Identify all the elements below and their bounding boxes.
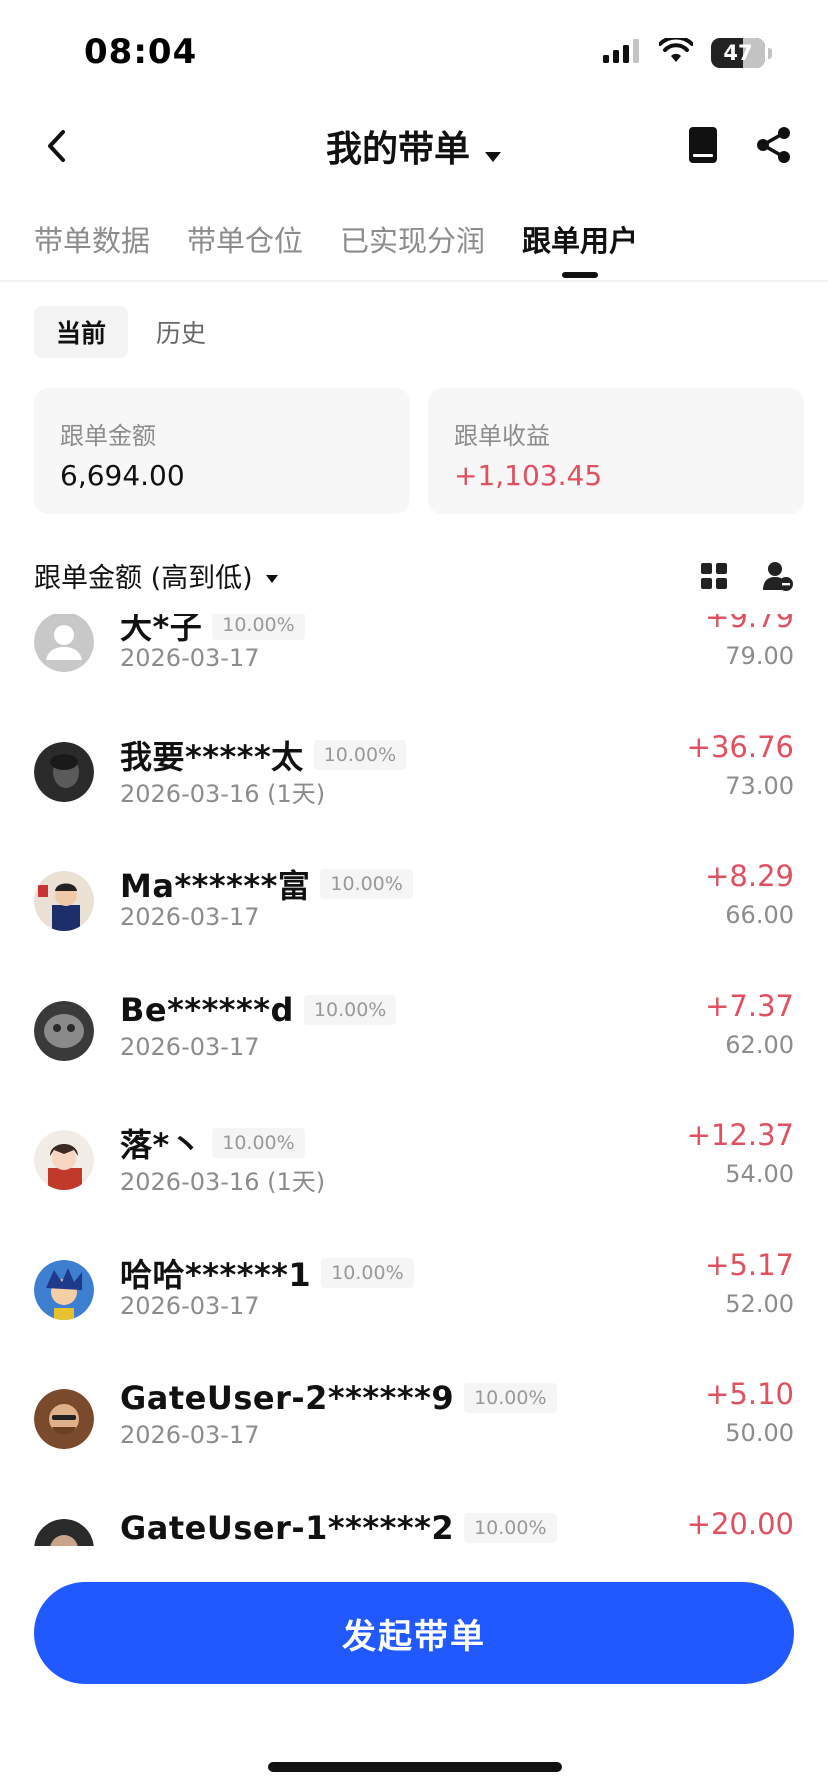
- follower-profit: +20.00: [686, 1506, 794, 1541]
- nav-bar: 我的带单: [0, 112, 828, 182]
- follower-amount: 52.00: [725, 1289, 794, 1318]
- follower-ratio-badge: 10.00%: [212, 614, 305, 640]
- home-indicator[interactable]: [268, 1762, 562, 1772]
- avatar: [34, 614, 94, 672]
- follower-profit: +7.37: [705, 988, 794, 1023]
- status-bar: 08:04 47: [0, 0, 828, 100]
- follower-row[interactable]: Be******d 10.00% 2026-03-17 +7.37 62.00: [0, 987, 828, 1117]
- follower-amount: 79.00: [725, 642, 794, 670]
- follow-amount-label: 跟单金额: [60, 422, 156, 450]
- share-icon: [757, 127, 790, 163]
- follower-profit: +5.10: [705, 1377, 794, 1411]
- sort-caret-icon: [265, 560, 279, 591]
- share-button[interactable]: [756, 126, 792, 168]
- follower-name: Ma******富: [120, 867, 311, 905]
- follower-row[interactable]: 大*子 10.00% 2026-03-17 +9.79 79.00: [0, 614, 828, 728]
- follow-amount-card: 跟单金额 6,694.00: [34, 388, 410, 514]
- follower-ratio-badge: 10.00%: [464, 1383, 557, 1413]
- sort-dropdown[interactable]: 跟单金额 (高到低): [34, 556, 794, 595]
- follower-date: 2026-03-16 (1天): [120, 779, 326, 808]
- battery-nub: [768, 47, 772, 59]
- follow-profit-card: 跟单收益 +1,103.45: [428, 388, 804, 514]
- follower-name: 我要*****太: [120, 737, 304, 776]
- avatar: [34, 1518, 94, 1546]
- follower-date: 2026-03-16 (1天): [120, 1168, 326, 1196]
- follower-name: GateUser-2******9: [120, 1379, 455, 1417]
- follower-amount: 62.00: [725, 1030, 794, 1059]
- follower-date: 2026-03-17: [120, 1421, 260, 1449]
- status-icons: 47: [603, 35, 772, 68]
- remove-user-icon: [763, 562, 793, 591]
- follower-profit: +12.37: [686, 1118, 794, 1152]
- segmented-control: 当前 历史: [34, 306, 228, 358]
- follower-amount: 54.00: [725, 1160, 794, 1188]
- follower-row[interactable]: 落*丶 10.00% 2026-03-16 (1天) +12.37 54.00: [0, 1116, 828, 1246]
- follower-ratio-badge: 10.00%: [321, 1257, 414, 1288]
- follower-amount: 73.00: [725, 771, 794, 800]
- start-copy-trading-button[interactable]: 发起带单: [34, 1582, 794, 1684]
- follower-list: 大*子 10.00% 2026-03-17 +9.79 79.00 我要*****…: [0, 614, 828, 1546]
- follower-profit: +8.29: [705, 859, 794, 893]
- book-icon: [689, 127, 717, 163]
- follower-amount: 50.00: [725, 1419, 794, 1447]
- follower-ratio-badge: 10.00%: [212, 1128, 305, 1158]
- page-title: 我的带单: [325, 129, 470, 170]
- battery-level: 47: [723, 41, 753, 65]
- follower-name: GateUser-1******2: [120, 1508, 455, 1547]
- tab-positions[interactable]: 带单仓位: [187, 218, 303, 260]
- follower-profit: +36.76: [686, 729, 794, 764]
- tab-realized-profit-share[interactable]: 已实现分润: [340, 218, 485, 260]
- follower-name: 大*子: [120, 614, 203, 646]
- follower-row[interactable]: GateUser-1******2 10.00% +20.00: [0, 1505, 828, 1547]
- battery-icon: 47: [711, 38, 765, 68]
- follower-date: 2026-03-17: [120, 903, 260, 931]
- avatar: [34, 741, 94, 802]
- follower-name: 落*丶: [120, 1126, 203, 1164]
- follow-amount-value: 6,694.00: [60, 459, 185, 492]
- remove-user-button[interactable]: [762, 560, 794, 596]
- follower-ratio-badge: 10.00%: [313, 739, 407, 770]
- wifi-icon: [658, 35, 694, 68]
- follower-profit: +5.17: [705, 1247, 794, 1282]
- sort-label: 跟单金额 (高到低): [34, 563, 253, 594]
- follow-profit-label: 跟单收益: [454, 422, 550, 450]
- avatar: [34, 1130, 94, 1190]
- tab-follow-data[interactable]: 带单数据: [34, 218, 150, 260]
- follower-row[interactable]: 我要*****太 10.00% 2026-03-16 (1天) +36.76 73…: [0, 728, 828, 858]
- avatar: [34, 1389, 94, 1449]
- follower-row[interactable]: 哈哈******1 10.00% 2026-03-17 +5.17 52.00: [0, 1246, 828, 1376]
- avatar: [34, 871, 94, 931]
- follower-name: 哈哈******1: [120, 1255, 312, 1294]
- book-button[interactable]: [688, 126, 718, 168]
- grid-view-icon: [701, 563, 727, 589]
- follower-date: 2026-03-17: [120, 644, 260, 672]
- grid-view-button[interactable]: [700, 562, 728, 594]
- follower-date: 2026-03-17: [120, 1291, 260, 1320]
- follower-ratio-badge: 10.00%: [320, 869, 413, 899]
- follower-profit: +9.79: [705, 614, 794, 634]
- follower-row[interactable]: GateUser-2******9 10.00% 2026-03-17 +5.10…: [0, 1375, 828, 1505]
- sort-row: 跟单金额 (高到低): [34, 556, 794, 600]
- status-time: 08:04: [84, 32, 198, 72]
- follower-ratio-badge: 10.00%: [303, 994, 397, 1025]
- segment-history[interactable]: 历史: [134, 306, 228, 358]
- cellular-signal-icon: [603, 39, 641, 67]
- follower-date: 2026-03-17: [120, 1032, 260, 1061]
- tab-active-indicator: [562, 272, 598, 278]
- tab-bar: 带单数据 带单仓位 已实现分润 跟单用户: [0, 216, 828, 282]
- follow-profit-value: +1,103.45: [454, 459, 603, 492]
- tab-followers[interactable]: 跟单用户: [522, 218, 638, 260]
- segment-current[interactable]: 当前: [34, 306, 129, 358]
- follower-name: Be******d: [120, 990, 294, 1029]
- follower-row[interactable]: Ma******富 10.00% 2026-03-17 +8.29 66.00: [0, 857, 828, 987]
- avatar: [34, 1000, 94, 1061]
- avatar: [34, 1259, 94, 1320]
- follower-ratio-badge: 10.00%: [464, 1512, 557, 1543]
- follower-amount: 66.00: [725, 901, 794, 929]
- dropdown-caret-icon: [484, 131, 502, 172]
